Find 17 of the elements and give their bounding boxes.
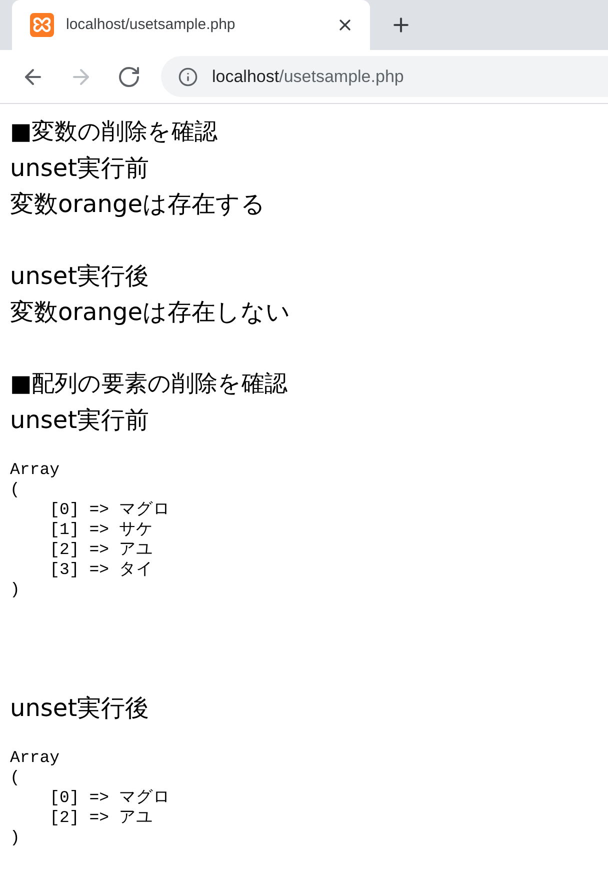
- text-line: unset実行前: [10, 153, 150, 184]
- text-line: unset実行後: [10, 693, 150, 724]
- url-path-text: /usetsample.php: [279, 66, 404, 88]
- array-dump-text: Array ( [0] => マグロ [2] => アユ ): [10, 748, 170, 848]
- text-line: 変数orangeは存在する: [10, 189, 266, 220]
- info-icon: [178, 66, 198, 86]
- text-line: unset実行後: [10, 261, 150, 292]
- reload-icon: [117, 64, 141, 88]
- section-heading: ■配列の要素の削除を確認: [10, 370, 288, 399]
- address-bar[interactable]: localhost/usetsample.php: [161, 56, 608, 97]
- browser-tab[interactable]: localhost/usetsample.php: [12, 0, 370, 50]
- section-heading: ■変数の削除を確認: [10, 118, 218, 147]
- site-favicon-icon: [30, 13, 54, 37]
- url-host-text: localhost: [212, 66, 280, 88]
- text-line: unset実行前: [10, 405, 150, 436]
- text-line: 変数orangeは存在しない: [10, 297, 290, 328]
- array-dump-text: Array ( [0] => マグロ [1] => サケ [2] => アユ [3] => タイ ): [10, 460, 170, 600]
